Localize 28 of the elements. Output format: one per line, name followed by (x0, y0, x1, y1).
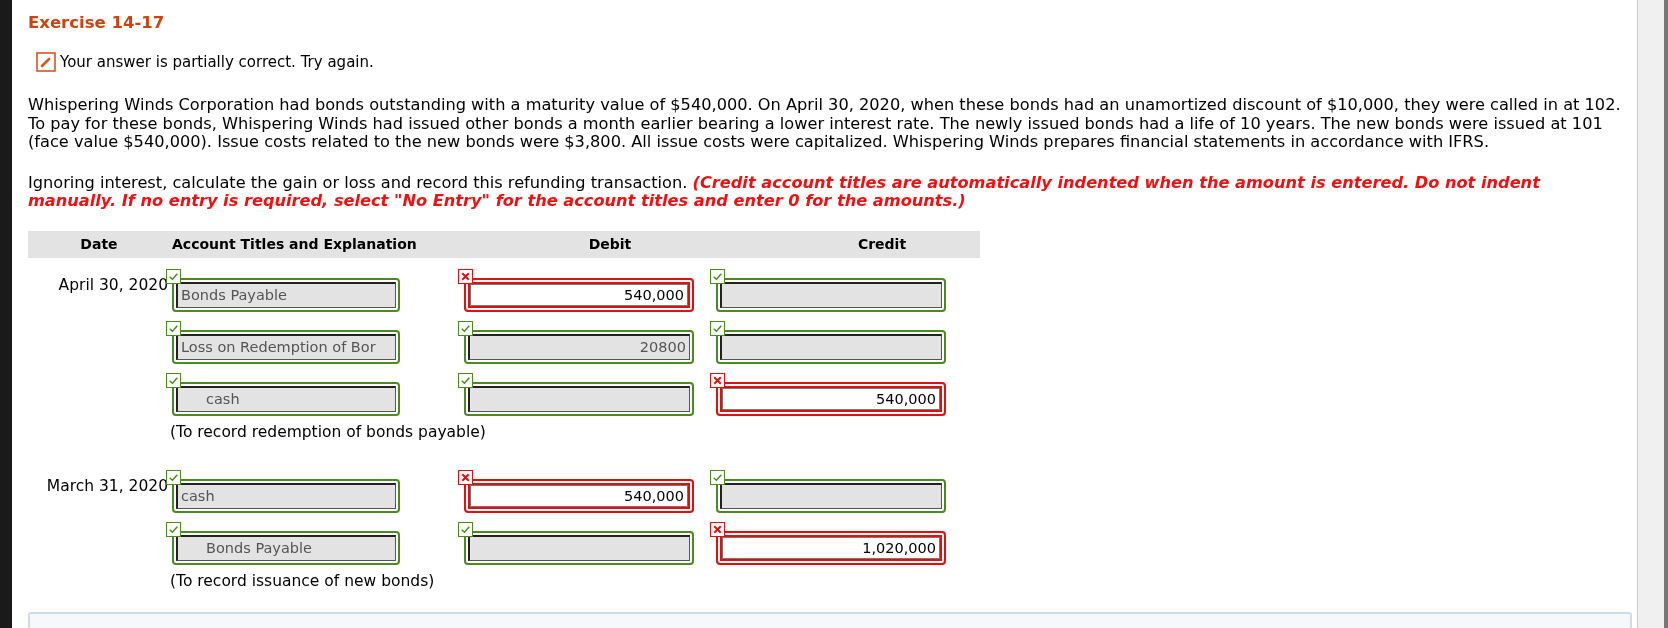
instruction-text: Ignoring interest, calculate the gain or loss and record this refunding transaction. (Credit account titles are automatically indented when the amount is entered. Do not indent manually. If no entry is required, select "No Entry" for the account titles and enter 0 for the amounts.) (28, 173, 1542, 211)
exercise-title: Exercise 14-17 (28, 13, 166, 32)
feedback-message: Your answer is partially correct. Try again. (60, 53, 374, 71)
column-header: Debit (587, 236, 633, 252)
answer-field[interactable] (464, 381, 694, 416)
answer-field[interactable] (716, 329, 946, 364)
column-header: Account Titles and Explanation (171, 236, 418, 252)
entry-explanation: (To record issuance of new bonds) (170, 571, 435, 590)
answer-field[interactable]: cash (172, 478, 400, 513)
answer-field[interactable]: Loss on Redemption of Bor (172, 329, 400, 364)
answer-field[interactable] (716, 277, 946, 312)
entry-explanation: (To record redemption of bonds payable) (170, 422, 486, 441)
column-header: Date (79, 236, 119, 252)
answer-field[interactable]: Bonds Payable (172, 530, 400, 565)
entry-date: March 31, 2020 (46, 476, 168, 495)
entry-date: April 30, 2020 (58, 275, 168, 294)
answer-field[interactable]: 20800 (464, 329, 694, 364)
answer-field[interactable] (716, 478, 946, 513)
answer-field[interactable]: 540,000 (464, 277, 694, 312)
problem-text: Whispering Winds Corporation had bonds outstanding with a maturity value of $540,000. On April 30, 2020, when these bonds had an unamortized discount of $10,000, they were called in at 102. To pay for these bonds, Whispering Winds had issued other bonds a month earlier bearing a lower interest rate. The newly issued bonds had a life of 10 years. The new bonds were issued at 101 (face value $540,000). Issue costs related to the new bonds were $3,800. All issue costs were capitalized. Whispering Winds prepares financial statements in accordance with IFRS. (28, 96, 1622, 152)
scrollbar[interactable] (1637, 0, 1668, 628)
column-header: Credit (856, 236, 908, 252)
answer-field[interactable]: Bonds Payable (172, 277, 400, 312)
answer-field[interactable]: 1,020,000 (716, 530, 946, 565)
answer-field[interactable] (464, 530, 694, 565)
answer-field[interactable]: cash (172, 381, 400, 416)
answer-field[interactable]: 540,000 (716, 381, 946, 416)
answer-field[interactable]: 540,000 (464, 478, 694, 513)
